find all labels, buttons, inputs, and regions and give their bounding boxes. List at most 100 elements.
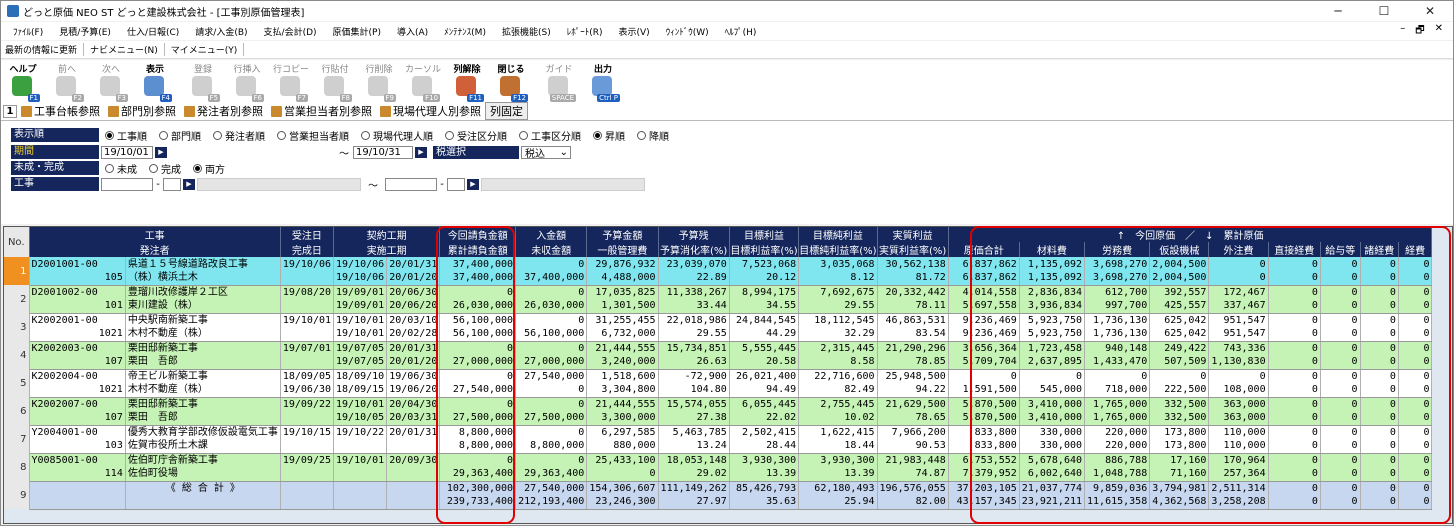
guide-button[interactable]: ガイド SPACE — [537, 60, 581, 102]
search-button[interactable]: ▶ — [467, 178, 479, 190]
order-radio-8[interactable]: 降順 — [637, 128, 669, 143]
table-row[interactable]: 8 Y0085001-00 佐伯町庁舎新築工事 19/09/25 19/10/01 20/… — [4, 453, 1452, 481]
menu-cost[interactable]: 原価集計(P) — [325, 25, 389, 38]
menu-maintenance[interactable]: ﾒﾝﾃﾅﾝｽ(M) — [436, 25, 494, 38]
maximize-button[interactable]: ☐ — [1361, 1, 1407, 21]
table-row[interactable]: 107 栗田 吾郎 19/07/05 20/01/20 27,000,000 27,000… — [4, 355, 1452, 370]
search-button[interactable]: ▶ — [183, 178, 195, 190]
radio-icon — [149, 163, 158, 173]
prev-button[interactable]: 前へ F2 — [45, 60, 89, 102]
table-row[interactable]: 2 D2001002-00 豊瑠川改修護岸２工区 19/08/20 19/09/01 20… — [4, 285, 1452, 313]
close-door-button[interactable]: 閉じる F12 — [489, 60, 533, 102]
order-radio-2[interactable]: 発注者順 — [213, 128, 265, 143]
help-button[interactable]: ヘルプ F1 — [1, 60, 45, 102]
table-row[interactable]: 3 K2002001-00 中央駅南新築工事 19/10/01 19/10/01 20/0… — [4, 313, 1452, 341]
mdi-close-button[interactable]: ✕ — [1435, 23, 1443, 40]
menu-view[interactable]: 表示(V) — [611, 25, 658, 38]
tab-site-agent[interactable]: 現場代理人別参照 — [376, 103, 485, 119]
table-row[interactable]: 1 D2001001-00 県道１５号線道路改良工事 19/10/06 19/10/06… — [4, 257, 1452, 285]
header-top-7: 予算残 — [658, 227, 730, 242]
header-bot-9: 実質利益率(%) — [877, 242, 949, 257]
refresh-link[interactable]: 最新の情報に更新 — [1, 43, 85, 56]
table-row[interactable]: 1021 木村不動産（株） 19/06/30 18/09/15 19/06/20 27,5… — [4, 383, 1452, 398]
tab-ledger[interactable]: 工事台帳参照 — [17, 103, 104, 119]
navi-menu-link[interactable]: ナビメニュー(N) — [84, 43, 165, 56]
cell: 102,300,000 — [439, 481, 517, 495]
cell — [280, 411, 335, 426]
table-row[interactable]: 114 佐伯町役場 29,363,400 29,363,400 0 29.02 13.39 1… — [4, 467, 1452, 482]
status-radio-1[interactable]: 完成 — [149, 161, 181, 176]
app-window: どっと原価 NEO ST どっと建設株式会社 - [工事別原価管理表] ─ ☐ … — [0, 0, 1454, 526]
table-row[interactable]: 107 栗田 吾郎 19/10/05 20/03/31 27,500,000 27,500… — [4, 411, 1452, 426]
kouji-to-input[interactable] — [385, 177, 437, 191]
tab-department[interactable]: 部門別参照 — [104, 103, 180, 119]
unfreeze-column-button[interactable]: 列解除 F11 — [445, 60, 489, 102]
order-radio-5[interactable]: 受注区分順 — [445, 128, 507, 143]
table-row[interactable]: 103 佐賀市役所土木課 8,800,000 8,800,000 880,000 13.2… — [4, 439, 1452, 454]
menu-help[interactable]: ﾍﾙﾌﾟ(H) — [717, 25, 765, 38]
register-button[interactable]: 登録 F5 — [181, 60, 225, 102]
order-radio-3[interactable]: 営業担当者順 — [277, 128, 349, 143]
minimize-button[interactable]: ─ — [1315, 1, 1361, 21]
cell: 1,736,130 — [1084, 327, 1151, 342]
menu-payment[interactable]: 支払/会計(D) — [256, 25, 325, 38]
tax-select[interactable]: 税込 ⌄ — [521, 145, 571, 160]
status-radio-2[interactable]: 両方 — [193, 161, 225, 176]
next-button[interactable]: 次へ F3 — [89, 60, 133, 102]
order-radio-7[interactable]: 昇順 — [593, 128, 625, 143]
table-row[interactable]: 9 《 総 合 計 》 102,300,000 27,540,000 154,306,6… — [4, 481, 1452, 509]
tab-label: 営業担当者別参照 — [284, 105, 372, 118]
menu-extension[interactable]: 拡張機能(S) — [494, 25, 559, 38]
tab-sales-rep[interactable]: 営業担当者別参照 — [267, 103, 376, 119]
menu-report[interactable]: ﾚﾎﾟｰﾄ(R) — [559, 25, 611, 38]
tab-client[interactable]: 発注者別参照 — [180, 103, 267, 119]
mdi-minimize-button[interactable]: – — [1400, 23, 1405, 40]
cell: 5,463,785 — [658, 425, 730, 439]
table-row[interactable]: 5 K2002004-00 帝王ビル新築工事 18/09/05 18/09/10 19/0… — [4, 369, 1452, 397]
cell: 3,794,981 — [1149, 481, 1210, 495]
paste-row-button[interactable]: 行貼付 F8 — [313, 60, 357, 102]
order-radio-1[interactable]: 部門順 — [159, 128, 201, 143]
output-button[interactable]: 出力 Ctrl P — [581, 60, 625, 102]
menu-file[interactable]: ﾌｧｲﾙ(F) — [1, 25, 51, 38]
my-menu-link[interactable]: マイメニュー(Y) — [165, 43, 245, 56]
kouji-from-branch[interactable] — [163, 177, 181, 191]
cell: 19/07/05 — [333, 341, 388, 355]
cell: 9,236,469 — [948, 313, 1020, 327]
kouji-to-branch[interactable] — [447, 177, 465, 191]
cursor-button[interactable]: カーソル F10 — [401, 60, 445, 102]
calendar-button[interactable]: ▶ — [415, 146, 427, 158]
menu-setup[interactable]: 導入(A) — [389, 25, 436, 38]
kouji-from-input[interactable] — [101, 177, 153, 191]
table-row[interactable]: 6 K2002007-00 栗田邸新築工事 19/09/22 19/10/01 20/04… — [4, 397, 1452, 425]
copy-row-button[interactable]: 行コピー F7 — [269, 60, 313, 102]
calendar-button[interactable]: ▶ — [155, 146, 167, 158]
menu-purchase[interactable]: 仕入/日報(C) — [119, 25, 187, 38]
display-button[interactable]: 表示 F4 — [133, 60, 177, 102]
order-radio-6[interactable]: 工事区分順 — [519, 128, 581, 143]
table-row[interactable]: 101 東川建設（株） 19/09/01 20/06/20 26,030,000 26,0… — [4, 299, 1452, 314]
menu-window[interactable]: ｳｨﾝﾄﾞｳ(W) — [658, 25, 717, 38]
table-row[interactable]: 239,733,400 212,193,400 23,246,300 27.97 35.… — [4, 495, 1452, 510]
table-row[interactable]: 4 K2002003-00 栗田邸新築工事 19/07/01 19/07/05 20/01… — [4, 341, 1452, 369]
mdi-restore-button[interactable]: 🗗 — [1415, 23, 1424, 40]
cell — [280, 495, 335, 510]
menu-estimate[interactable]: 見積/予算(E) — [51, 25, 119, 38]
close-button[interactable]: ✕ — [1407, 1, 1453, 21]
insert-row-button[interactable]: 行挿入 F6 — [225, 60, 269, 102]
table-row[interactable]: 105 （株）横浜土木 19/10/06 20/01/20 37,400,000 37,4… — [4, 271, 1452, 286]
menu-billing[interactable]: 請求/入金(B) — [187, 25, 255, 38]
period-from-input[interactable]: 19/10/01 — [101, 145, 153, 159]
cell: 0 — [1320, 341, 1361, 355]
header-contract-period: 契約工期 — [333, 227, 441, 242]
order-radio-0[interactable]: 工事順 — [105, 128, 147, 143]
table-row[interactable]: 1021 木村不動産（株） 19/10/01 20/02/28 56,100,000 56… — [4, 327, 1452, 342]
order-radio-4[interactable]: 現場代理人順 — [361, 128, 433, 143]
cell — [29, 495, 126, 510]
table-row[interactable]: 7 Y2004001-00 優秀大教育学部改修仮設電気工事 19/10/15 19/10… — [4, 425, 1452, 453]
period-to-input[interactable]: 19/10/31 — [353, 145, 413, 159]
status-radio-0[interactable]: 未成 — [105, 161, 137, 176]
delete-row-button[interactable]: 行削除 F9 — [357, 60, 401, 102]
tab-freeze-column[interactable]: 列固定 — [485, 102, 528, 120]
cell: 栗田邸新築工事 — [125, 341, 281, 355]
